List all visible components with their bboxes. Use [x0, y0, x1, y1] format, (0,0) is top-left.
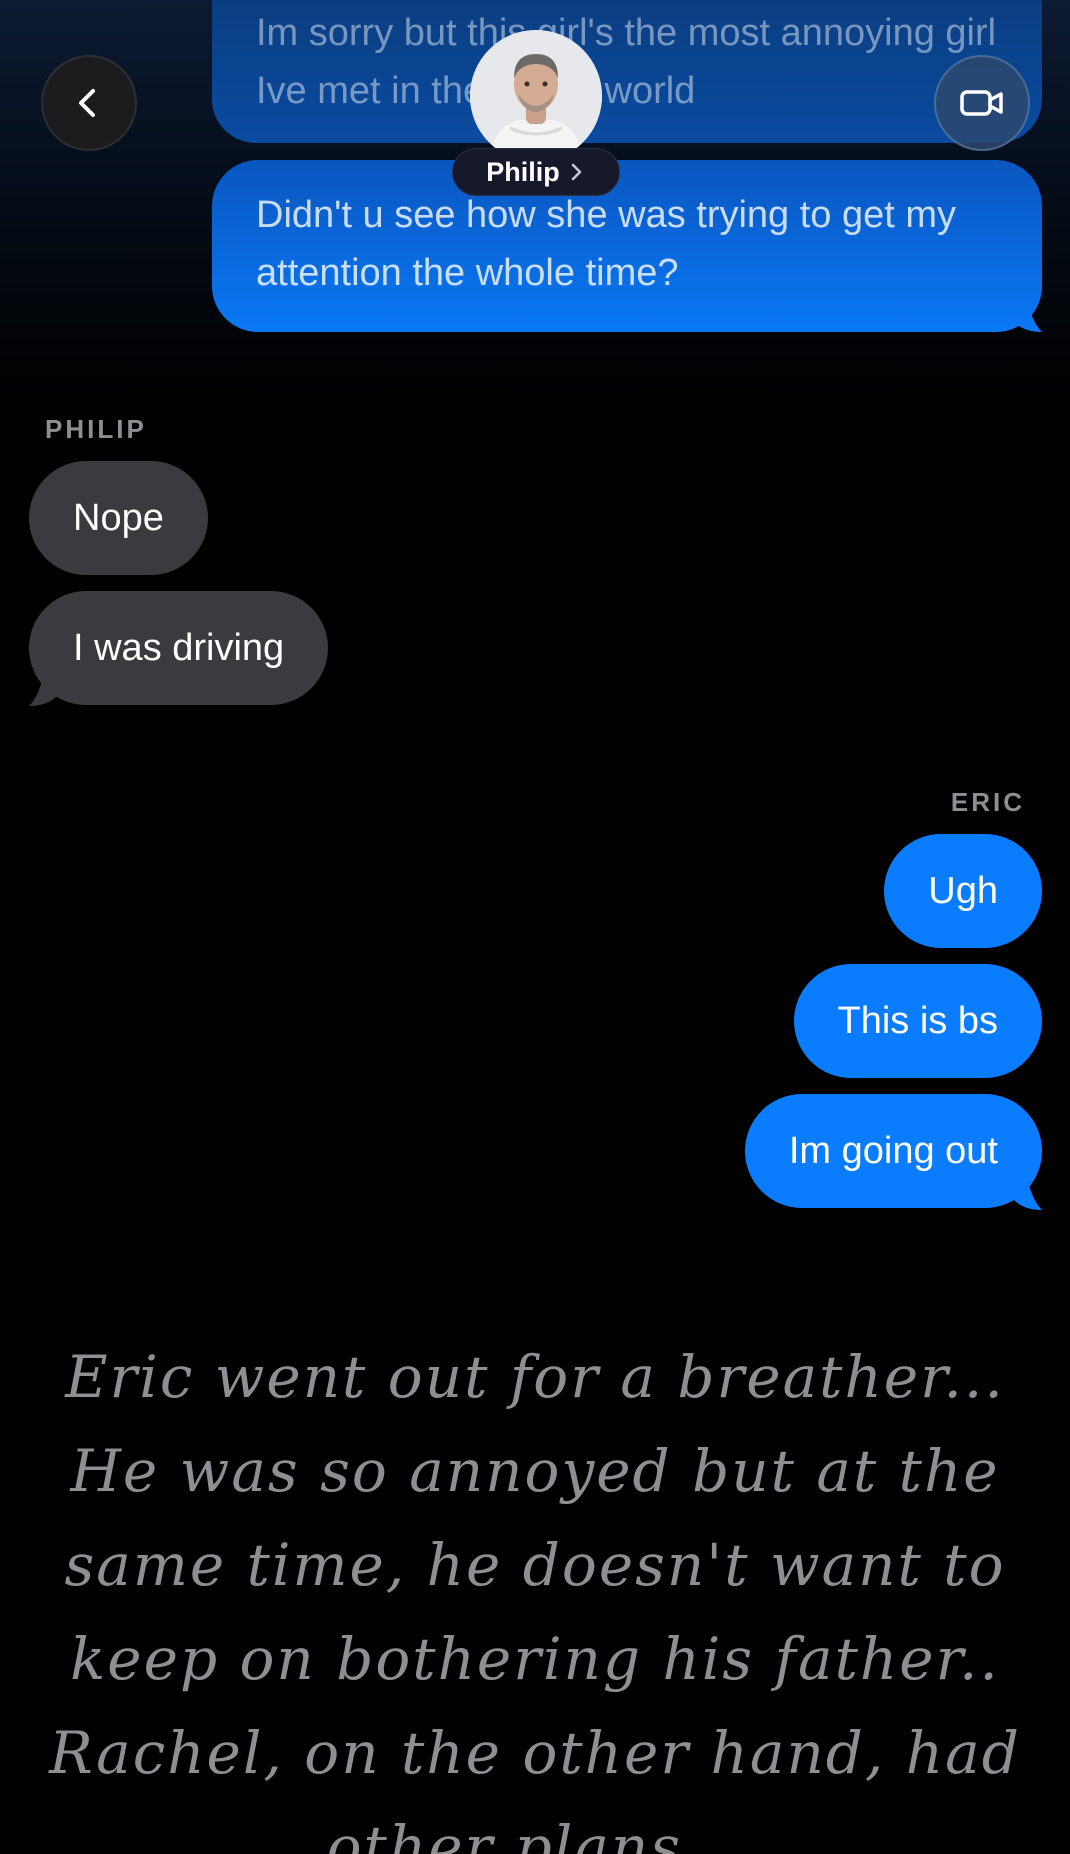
message-bubble-outgoing: Didn't u see how she was trying to get m…	[212, 160, 1042, 332]
story-narration: Eric went out for a breather... He was s…	[49, 1343, 1021, 1854]
video-camera-icon	[960, 90, 1003, 116]
message-text: Didn't u see how she was trying to get m…	[256, 194, 957, 294]
contact-avatar[interactable]	[470, 30, 602, 162]
message-text: Im going out	[788, 1130, 998, 1172]
chevron-right-icon	[571, 163, 581, 181]
chat-screen: Im sorry but this girl's the most annoyi…	[0, 0, 1070, 1854]
message-bubble-outgoing: Im sorry but this girl's the most annoyi…	[212, 0, 1042, 143]
sender-label: PHILIP	[45, 414, 147, 444]
message-text: Nope	[73, 497, 164, 539]
chevron-left-icon	[79, 89, 95, 117]
message-bubble-incoming: I was driving	[29, 591, 329, 705]
message-bubble-incoming: Nope	[29, 461, 208, 575]
message-bubble-outgoing: This is bs	[793, 964, 1042, 1078]
bubble-tail	[1014, 1180, 1042, 1210]
message-bubble-outgoing: Ugh	[884, 834, 1042, 948]
message-bubble-outgoing: Im going out	[744, 1094, 1042, 1208]
message-text: Ugh	[928, 870, 998, 912]
back-button[interactable]	[41, 55, 137, 151]
bubble-tail	[29, 676, 57, 706]
sender-label: ERIC	[950, 787, 1025, 817]
person-portrait-icon	[470, 30, 602, 162]
video-call-button[interactable]	[934, 55, 1030, 151]
message-text: This is bs	[837, 1000, 998, 1042]
contact-name-button[interactable]: Philip	[452, 148, 620, 196]
message-text: Im sorry but this girl's the most annoyi…	[256, 12, 997, 112]
message-text: I was driving	[73, 627, 285, 669]
contact-name: Philip	[486, 156, 560, 187]
